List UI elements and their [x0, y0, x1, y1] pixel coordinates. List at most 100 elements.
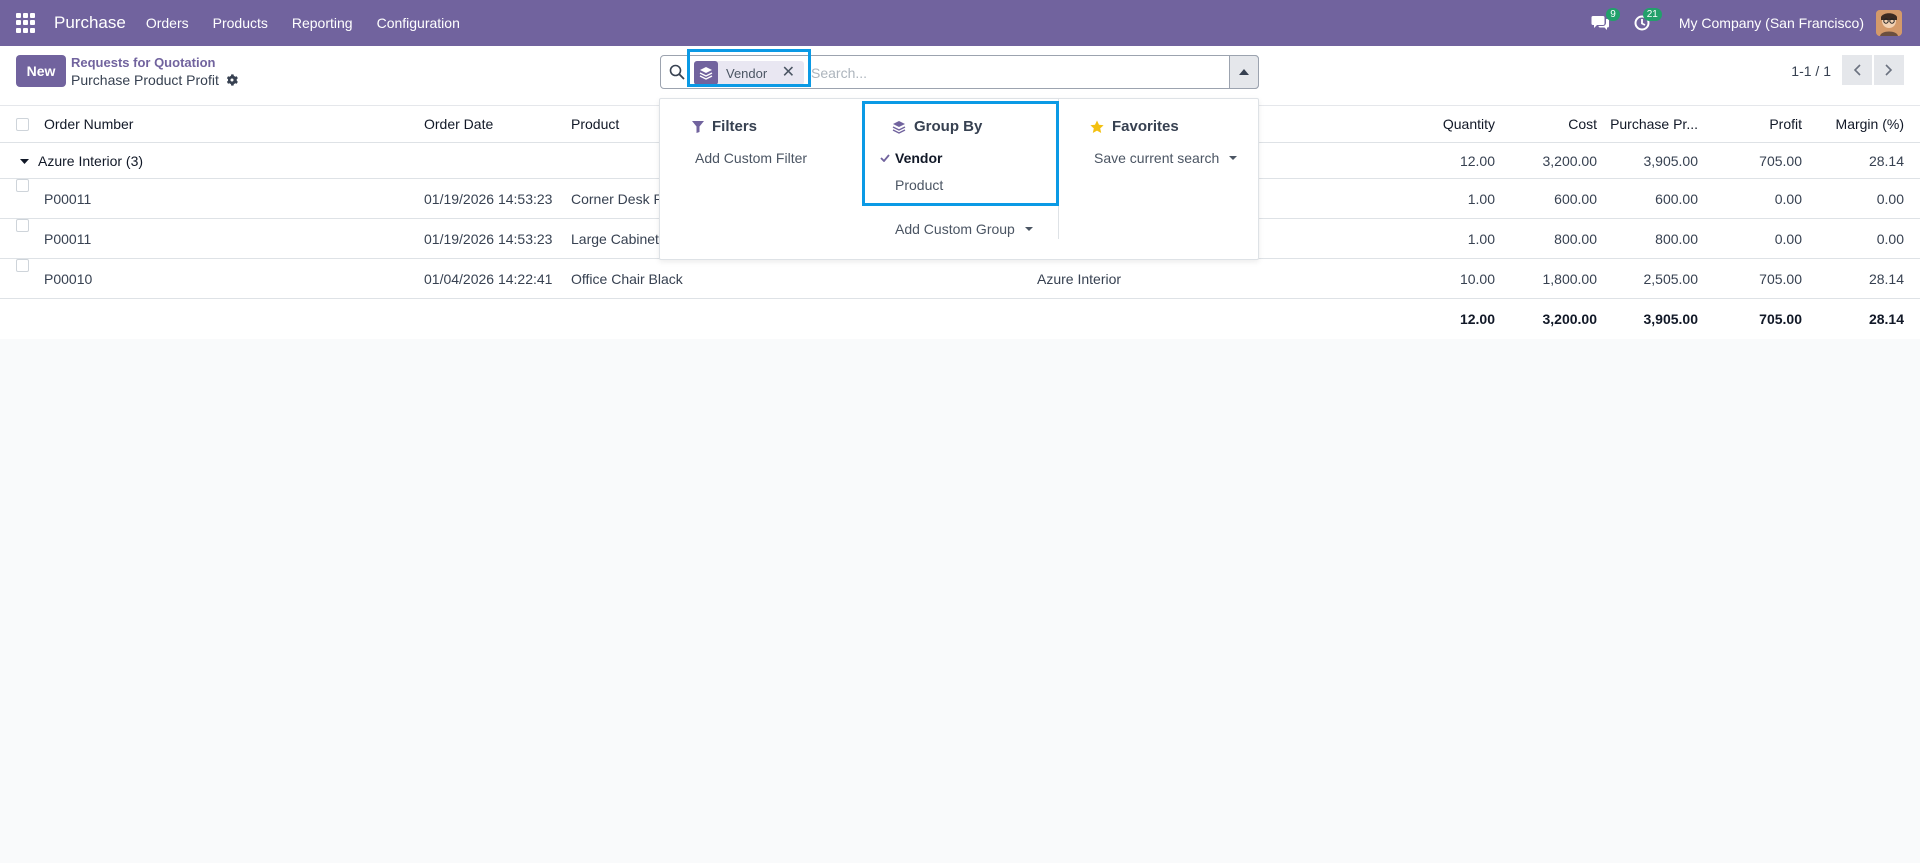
cell-order-number: P00011 [44, 191, 92, 207]
layers-icon [694, 61, 718, 85]
search-panel-toggle[interactable] [1229, 55, 1259, 89]
group-margin: 28.14 [1868, 153, 1904, 169]
cell-order-date: 01/19/2026 14:53:23 [424, 191, 553, 207]
group-profit: 705.00 [1759, 153, 1802, 169]
dropdown-divider [1058, 99, 1059, 239]
row-checkbox[interactable] [16, 259, 29, 272]
user-avatar[interactable] [1876, 10, 1902, 36]
facet-label: Vendor [726, 65, 768, 81]
column-cost[interactable]: Cost [1568, 106, 1597, 143]
search-facet-vendor: Vendor ✕ [694, 61, 804, 85]
navbar-systray: 9 21 My Company (San Francisco) [1589, 0, 1920, 46]
column-margin[interactable]: Margin (%) [1836, 106, 1904, 143]
control-panel: New Requests for Quotation Purchase Prod… [0, 46, 1920, 106]
table-row[interactable]: P00010 01/04/2026 14:22:41 Office Chair … [0, 259, 1920, 299]
chevron-right-icon [1885, 64, 1893, 76]
cell-profit: 705.00 [1759, 271, 1802, 287]
pager-next-button[interactable] [1874, 55, 1904, 85]
cell-margin: 0.00 [1876, 191, 1904, 207]
save-current-search[interactable]: Save current search [1094, 150, 1238, 166]
star-icon [1090, 120, 1104, 133]
menu-orders[interactable]: Orders [146, 15, 189, 31]
group-label: Azure Interior (3) [38, 153, 144, 169]
activities-button[interactable]: 21 [1631, 8, 1662, 34]
column-order-date[interactable]: Order Date [424, 106, 493, 143]
checkmark-icon [880, 154, 890, 162]
gear-icon[interactable] [226, 74, 238, 86]
app-name[interactable]: Purchase [54, 13, 126, 33]
messages-badge: 9 [1606, 8, 1620, 21]
group-quantity: 12.00 [1459, 153, 1495, 169]
column-purchase-price[interactable]: Purchase Pr... [1610, 106, 1698, 143]
cell-purchase-price: 600.00 [1655, 191, 1698, 207]
cell-margin: 28.14 [1868, 271, 1904, 287]
column-quantity[interactable]: Quantity [1443, 106, 1495, 143]
column-profit[interactable]: Profit [1769, 106, 1802, 143]
activities-badge: 21 [1642, 8, 1662, 21]
add-custom-group-select[interactable]: Add Custom Group [895, 221, 1033, 237]
group-cost: 3,200.00 [1542, 153, 1598, 169]
column-order-number[interactable]: Order Number [44, 106, 133, 143]
filter-icon [692, 120, 704, 133]
chevron-left-icon [1853, 64, 1861, 76]
cell-margin: 0.00 [1876, 231, 1904, 247]
cell-profit: 0.00 [1774, 191, 1802, 207]
cell-quantity: 1.00 [1467, 191, 1495, 207]
group-by-product[interactable]: Product [895, 177, 943, 193]
row-checkbox[interactable] [16, 219, 29, 232]
pager-value[interactable]: 1-1 / 1 [1791, 63, 1831, 79]
filters-section-title: Filters [692, 118, 757, 135]
page-title: Purchase Product Profit [71, 72, 219, 88]
row-checkbox[interactable] [16, 179, 29, 192]
top-navbar: Purchase Orders Products Reporting Confi… [0, 0, 1920, 46]
total-purchase-price: 3,905.00 [1643, 311, 1699, 327]
cell-purchase-price: 2,505.00 [1643, 271, 1699, 287]
cell-order-number: P00010 [44, 271, 93, 287]
cell-profit: 0.00 [1774, 231, 1802, 247]
cell-quantity: 10.00 [1459, 271, 1495, 287]
cell-product: Office Chair Black [571, 271, 683, 287]
column-product[interactable]: Product [571, 106, 619, 143]
breadcrumb-current: Purchase Product Profit [71, 72, 238, 88]
cell-quantity: 1.00 [1467, 231, 1495, 247]
search-input[interactable] [811, 62, 1191, 84]
cell-cost: 800.00 [1554, 231, 1597, 247]
cell-purchase-price: 800.00 [1655, 231, 1698, 247]
search-panel-dropdown: Filters Add Custom Filter Group By Vendo… [659, 98, 1259, 260]
search-icon[interactable] [669, 64, 685, 80]
cell-order-number: P00011 [44, 231, 92, 247]
pager-previous-button[interactable] [1842, 55, 1872, 85]
group-by-section-title: Group By [892, 118, 982, 135]
company-switcher[interactable]: My Company (San Francisco) [1679, 15, 1864, 31]
breadcrumb-parent[interactable]: Requests for Quotation [71, 55, 215, 70]
group-purchase-price: 3,905.00 [1643, 153, 1699, 169]
layers-icon [892, 120, 906, 134]
caret-down-icon [1229, 156, 1238, 160]
cell-order-date: 01/19/2026 14:53:23 [424, 231, 553, 247]
close-icon[interactable]: ✕ [782, 65, 795, 81]
cell-order-date: 01/04/2026 14:22:41 [424, 271, 553, 287]
favorites-section-title: Favorites [1090, 118, 1179, 135]
messages-button[interactable]: 9 [1589, 8, 1620, 34]
menu-products[interactable]: Products [213, 15, 268, 31]
cell-product: Large Cabinet [571, 231, 659, 247]
group-by-vendor[interactable]: Vendor [880, 150, 942, 166]
table-footer-totals: 12.00 3,200.00 3,905.00 705.00 28.14 [0, 299, 1920, 339]
caret-up-icon [1239, 69, 1249, 75]
apps-menu-icon[interactable] [16, 13, 36, 33]
total-quantity: 12.00 [1459, 311, 1495, 327]
search-bar: Vendor ✕ [660, 55, 1259, 89]
avatar-icon [1876, 10, 1902, 36]
caret-down-icon [1024, 227, 1033, 231]
add-custom-filter[interactable]: Add Custom Filter [695, 150, 807, 166]
menu-reporting[interactable]: Reporting [292, 15, 353, 31]
cell-cost: 1,800.00 [1542, 271, 1598, 287]
cell-cost: 600.00 [1554, 191, 1597, 207]
cell-vendor: Azure Interior [1037, 271, 1122, 287]
select-all-checkbox[interactable] [16, 118, 29, 131]
total-cost: 3,200.00 [1542, 311, 1598, 327]
total-margin: 28.14 [1868, 311, 1904, 327]
menu-configuration[interactable]: Configuration [377, 15, 460, 31]
cell-product: Corner Desk R [571, 191, 664, 207]
new-button[interactable]: New [16, 55, 66, 87]
